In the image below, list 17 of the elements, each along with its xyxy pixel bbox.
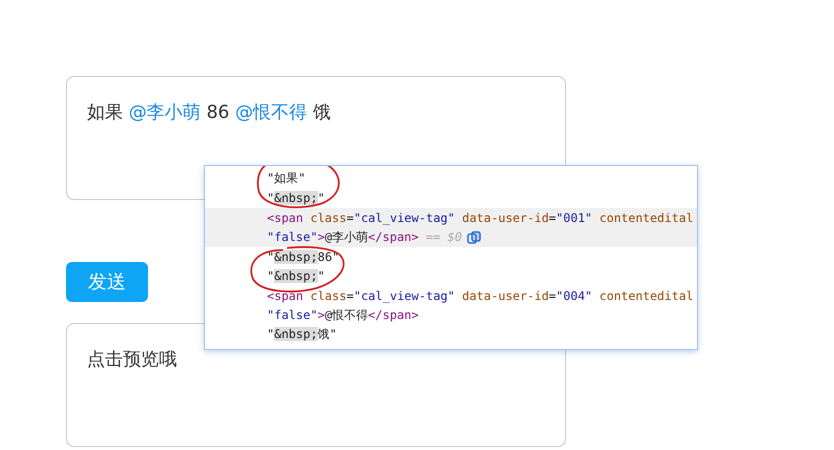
- code-row[interactable]: <span class="cal_view-tag" data-user-id="004" contentedital: [205, 286, 697, 306]
- code-line: <span class="cal_view-tag" data-user-id="001" contentedital: [267, 210, 694, 225]
- code-line: "如果": [267, 170, 306, 188]
- code-row[interactable]: "&nbsp;86": [205, 247, 697, 266]
- code-row[interactable]: "false">@李小萌</span> == $0: [205, 228, 697, 247]
- code-line: "&nbsp;86": [267, 250, 340, 264]
- code-row[interactable]: "false">@恨不得</span>: [205, 306, 697, 325]
- editor-text: 如果 @李小萌 86 @恨不得 饿: [87, 101, 332, 125]
- code-line: <span class="cal_view-tag" data-user-id="004" contentedital: [267, 288, 694, 303]
- code-row[interactable]: <span class="cal_view-tag" data-user-id="001" contentedital: [205, 208, 697, 228]
- code-line: "&nbsp;": [267, 269, 325, 284]
- code-line: "false">@恨不得</span>: [267, 306, 419, 324]
- code-row[interactable]: "&nbsp;": [205, 266, 697, 286]
- code-line: "false">@李小萌</span> == $0: [267, 228, 462, 246]
- overlapping-squares-icon[interactable]: [466, 230, 481, 244]
- code-line: "&nbsp;饿": [267, 326, 337, 344]
- preview-text: 点击预览哦: [87, 349, 177, 370]
